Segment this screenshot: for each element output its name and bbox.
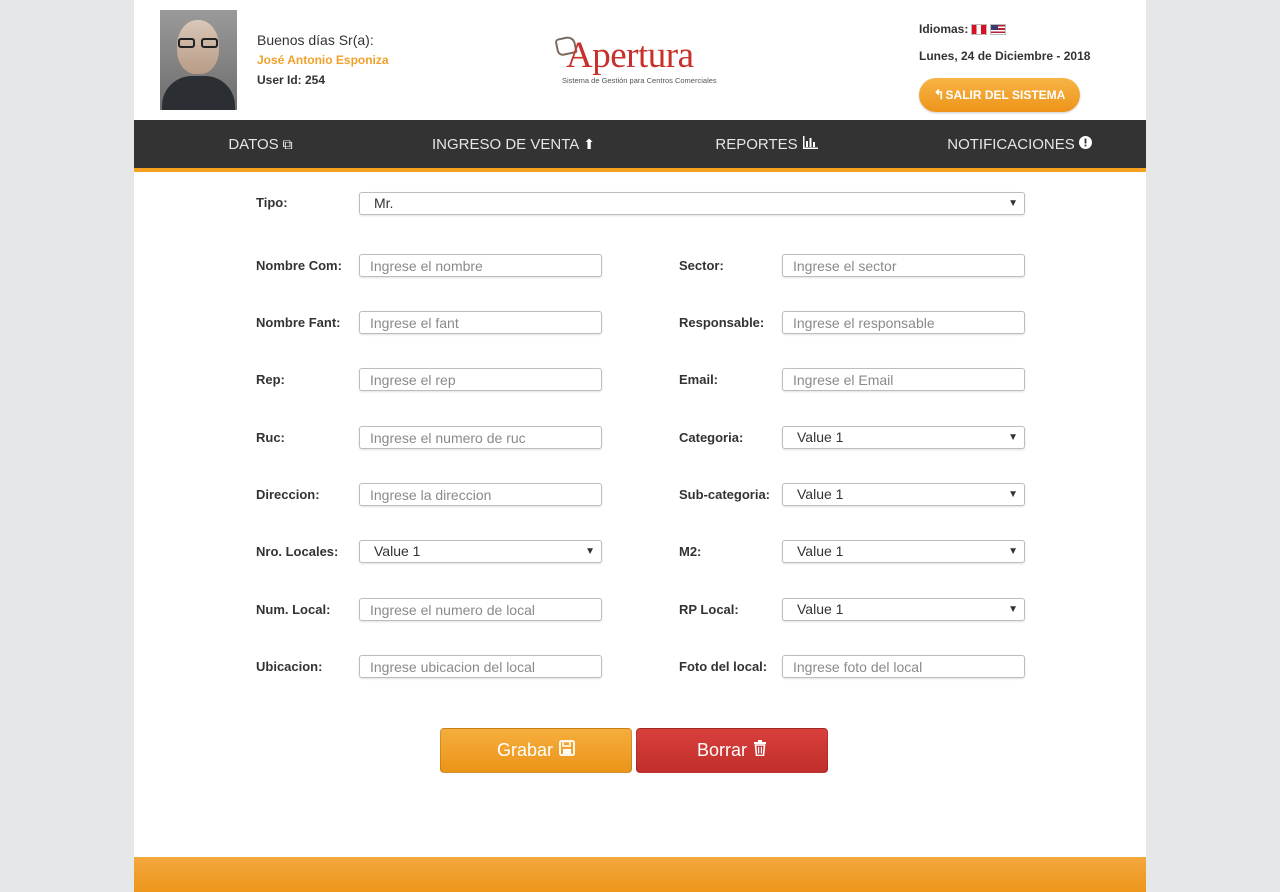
email-input[interactable]: [782, 368, 1025, 391]
floppy-disk-icon: [559, 740, 575, 761]
direccion-label: Direccion:: [256, 487, 320, 502]
nro-locales-label: Nro. Locales:: [256, 544, 339, 559]
chevron-down-icon: ▼: [1008, 489, 1018, 500]
footer-bar: [134, 857, 1146, 892]
categoria-label: Categoria:: [679, 430, 744, 445]
user-greeting: Buenos días Sr(a): José Antonio Esponiza…: [257, 32, 389, 87]
user-avatar: [160, 10, 237, 110]
nombre-fant-input[interactable]: [359, 311, 602, 334]
num-local-input[interactable]: [359, 598, 602, 621]
chevron-down-icon: ▼: [1008, 198, 1018, 209]
subcategoria-value: Value 1: [797, 486, 844, 502]
tipo-select[interactable]: Mr. ▼: [359, 192, 1025, 215]
nav-item-notificaciones[interactable]: NOTIFICACIONES: [893, 120, 1146, 168]
nro-locales-value: Value 1: [374, 543, 421, 559]
ubicacion-input[interactable]: [359, 655, 602, 678]
nav-label-reportes: REPORTES: [715, 135, 798, 153]
num-local-label: Num. Local:: [256, 602, 331, 617]
nav-label-notificaciones: NOTIFICACIONES: [947, 135, 1075, 153]
rp-local-select[interactable]: Value 1 ▼: [782, 598, 1025, 621]
ruc-label: Ruc:: [256, 430, 285, 445]
chevron-down-icon: ▼: [585, 546, 595, 557]
nro-locales-select[interactable]: Value 1 ▼: [359, 540, 602, 563]
apertura-logo: Apertura Sistema de Gestión para Centros…: [554, 34, 717, 90]
delete-label: Borrar: [696, 740, 747, 760]
m2-select[interactable]: Value 1 ▼: [782, 540, 1025, 563]
categoria-select[interactable]: Value 1 ▼: [782, 426, 1025, 449]
arrow-up-circle-icon: ⬆: [583, 135, 595, 152]
user-id: User Id: 254: [257, 73, 326, 87]
m2-label: M2:: [679, 544, 702, 559]
nav-label-datos: DATOS: [228, 135, 279, 153]
direccion-input[interactable]: [359, 483, 602, 506]
language-selector: Idiomas:: [919, 22, 1090, 36]
rep-label: Rep:: [256, 372, 285, 387]
subcategoria-select[interactable]: Value 1 ▼: [782, 483, 1025, 506]
current-date: Lunes, 24 de Diciembre - 2018: [919, 49, 1091, 63]
tipo-label: Tipo:: [256, 195, 288, 210]
page: Buenos días Sr(a): José Antonio Esponiza…: [134, 0, 1146, 892]
nav-label-ingreso-de-venta: INGRESO DE VENTA: [432, 135, 580, 153]
subcategoria-label: Sub-categoria:: [679, 487, 771, 502]
sector-label: Sector:: [679, 258, 724, 273]
ubicacion-label: Ubicacion:: [256, 659, 323, 674]
nav-item-reportes[interactable]: REPORTES: [640, 120, 893, 168]
greeting-text: Buenos días Sr(a):: [257, 32, 374, 48]
chevron-down-icon: ▼: [1008, 604, 1018, 615]
rp-local-label: RP Local:: [679, 602, 739, 617]
chevron-down-icon: ▼: [1008, 546, 1018, 557]
nombre-com-label: Nombre Com:: [256, 258, 342, 273]
save-label: Grabar: [496, 740, 554, 760]
responsable-input[interactable]: [782, 311, 1025, 334]
usa-flag-icon[interactable]: [990, 23, 1007, 35]
foto-local-input[interactable]: [782, 655, 1025, 678]
chevron-down-icon: ▼: [1008, 432, 1018, 443]
reply-arrow-icon: ↰: [933, 87, 945, 102]
m2-value: Value 1: [797, 543, 844, 559]
email-label: Email:: [679, 372, 719, 387]
header-right: Idiomas: Lunes, 24 de Diciembre - 2018: [919, 22, 1090, 63]
delete-button[interactable]: Borrar: [636, 728, 828, 773]
nav-item-ingreso-de-venta[interactable]: INGRESO DE VENTA ⬆: [387, 120, 640, 168]
responsable-label: Responsable:: [679, 315, 765, 330]
logout-button[interactable]: ↰ SALIR DEL SISTEMA: [919, 78, 1080, 112]
nav-item-datos[interactable]: DATOS ⧉: [134, 120, 387, 168]
rep-input[interactable]: [359, 368, 602, 391]
nombre-com-input[interactable]: [359, 254, 602, 277]
peru-flag-icon[interactable]: [971, 23, 988, 35]
user-name: José Antonio Esponiza: [257, 53, 389, 67]
main-nav: DATOS ⧉ INGRESO DE VENTA ⬆ REPORTES NOTI…: [134, 120, 1146, 172]
logo-tagline: Sistema de Gestión para Centros Comercia…: [562, 76, 717, 85]
nombre-fant-label: Nombre Fant:: [256, 315, 341, 330]
logout-label: SALIR DEL SISTEMA: [945, 88, 1066, 102]
rp-local-value: Value 1: [797, 601, 844, 617]
languages-label: Idiomas:: [919, 22, 969, 36]
categoria-value: Value 1: [797, 429, 844, 445]
bar-chart-icon: [802, 136, 818, 152]
save-button[interactable]: Grabar: [440, 728, 632, 773]
ruc-input[interactable]: [359, 426, 602, 449]
logo-word: Apertura: [566, 35, 694, 76]
copy-icon: ⧉: [282, 135, 293, 152]
tipo-value: Mr.: [374, 195, 394, 211]
sector-input[interactable]: [782, 254, 1025, 277]
exclamation-circle-icon: [1078, 136, 1092, 152]
trash-icon: [753, 740, 767, 761]
foto-local-label: Foto del local:: [679, 659, 768, 674]
